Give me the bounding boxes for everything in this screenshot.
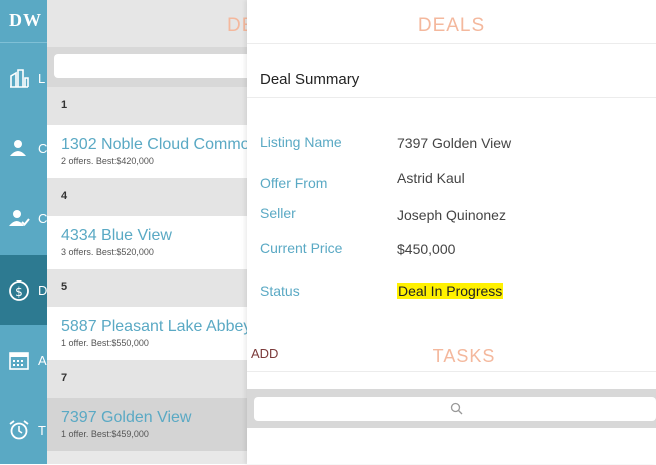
deal-offers: 1 offer. Best:$550,000	[61, 338, 149, 348]
section-header: 5	[47, 269, 247, 307]
list-item[interactable]: 1302 Noble Cloud Commons 2 offers. Best:…	[47, 125, 247, 178]
calendar-icon	[9, 352, 29, 370]
deal-name: 1302 Noble Cloud Commons	[61, 136, 247, 153]
nav-label: T	[38, 422, 46, 438]
nav-item-appointments[interactable]: A	[0, 325, 47, 395]
deal-name: 5887 Pleasant Lake Abbey	[61, 318, 247, 335]
deal-offers: 2 offers. Best:$420,000	[61, 156, 154, 166]
seller-label: Seller	[260, 205, 296, 221]
svg-text:$: $	[15, 285, 23, 299]
buildings-icon	[10, 69, 29, 88]
deal-name: 7397 Golden View	[61, 409, 192, 426]
alarm-clock-icon	[9, 420, 29, 440]
listing-name-value: 7397 Golden View	[397, 135, 512, 151]
nav-item-tasks[interactable]: T	[0, 395, 47, 465]
deals-list-panel: DEALS 1 1302 Noble Cloud Commons 2 offer…	[47, 0, 247, 464]
section-header: 4	[47, 178, 247, 216]
offer-from-label: Offer From	[260, 175, 328, 191]
deal-detail-panel: DEALS Deal Summary Listing Name 7397 Gol…	[247, 0, 656, 464]
section-title: Deal Summary	[260, 71, 360, 88]
person-check-icon	[9, 210, 30, 226]
tasks-search-input[interactable]	[254, 397, 656, 421]
nav-item-listings[interactable]: L	[0, 43, 47, 113]
list-header: DEALS	[47, 0, 247, 47]
divider	[247, 43, 656, 44]
listing-name-label: Listing Name	[260, 134, 342, 150]
nav-label: C	[38, 210, 48, 226]
deal-offers: 1 offer. Best:$459,000	[61, 429, 149, 439]
nav-item-contacts[interactable]: C	[0, 113, 47, 183]
add-task-button[interactable]: ADD	[251, 346, 278, 361]
list-title: DEALS	[227, 15, 247, 36]
deal-name: 4334 Blue View	[61, 227, 172, 244]
section-header: 7	[47, 360, 247, 398]
nav-label: A	[38, 352, 47, 368]
nav-label: C	[38, 140, 48, 156]
search-icon	[450, 402, 463, 415]
divider	[247, 97, 656, 98]
app-logo: DW	[9, 10, 42, 30]
list-item-selected[interactable]: 7397 Golden View 1 offer. Best:$459,000	[47, 398, 247, 451]
nav-label: D	[38, 282, 48, 298]
nav-rail: DW L C C $ D A T	[0, 0, 47, 464]
nav-item-deals[interactable]: $ D	[0, 255, 47, 325]
dollar-coin-icon: $	[9, 280, 29, 301]
list-search-input[interactable]	[54, 54, 247, 78]
section-header: 1	[47, 87, 247, 125]
nav-item-clients[interactable]: C	[0, 183, 47, 253]
nav-label: L	[38, 70, 46, 86]
status-value: Deal In Progress	[397, 283, 504, 299]
divider	[247, 371, 656, 372]
current-price-value: $450,000	[397, 241, 456, 257]
status-badge: Deal In Progress	[397, 283, 504, 299]
seller-value: Joseph Quinonez	[397, 207, 506, 223]
list-item[interactable]: 5887 Pleasant Lake Abbey 1 offer. Best:$…	[47, 307, 247, 360]
person-icon	[10, 140, 26, 156]
deal-offers: 3 offers. Best:$520,000	[61, 247, 154, 257]
detail-title: DEALS	[417, 15, 486, 36]
current-price-label: Current Price	[260, 240, 343, 256]
offer-from-value: Astrid Kaul	[397, 170, 465, 186]
tasks-title: TASKS	[432, 346, 496, 366]
list-item[interactable]: 4334 Blue View 3 offers. Best:$520,000	[47, 216, 247, 269]
status-label: Status	[260, 283, 300, 299]
